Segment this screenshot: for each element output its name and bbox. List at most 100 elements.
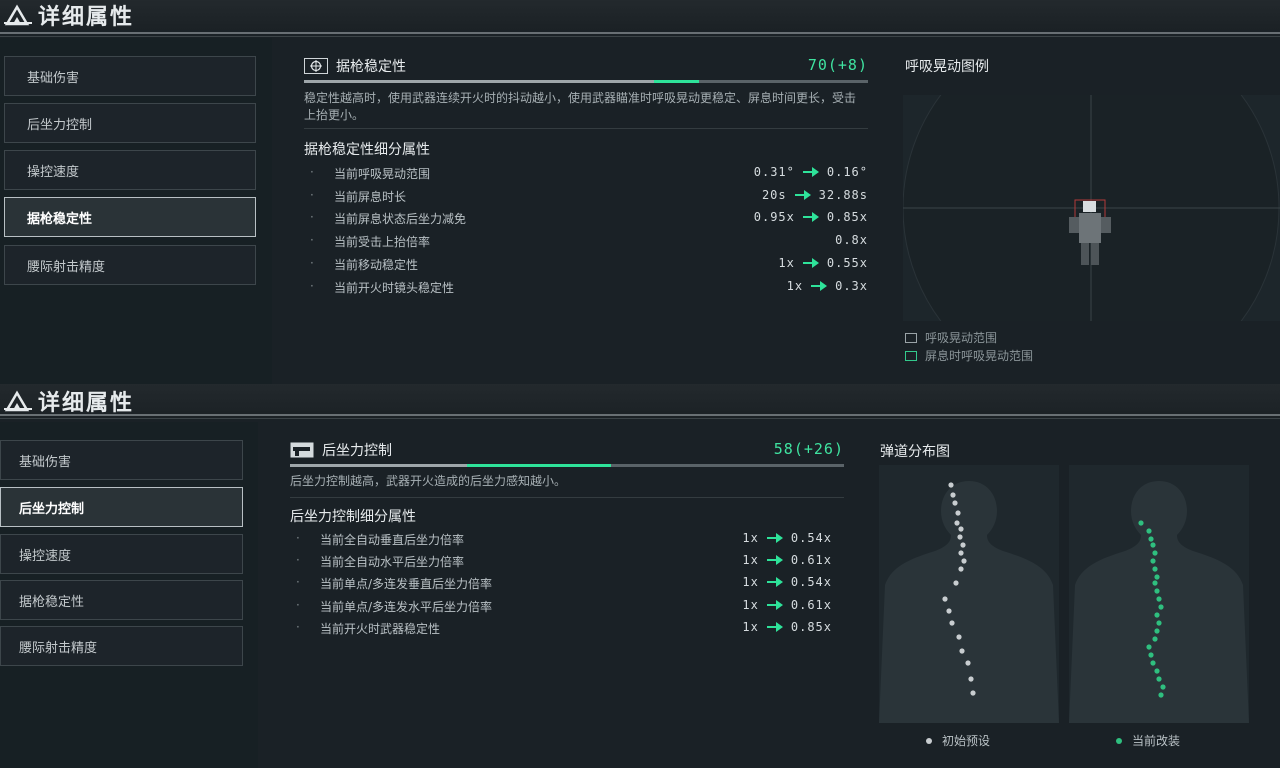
stat-progress-bar (304, 80, 868, 83)
spray-dot (961, 558, 967, 564)
value-change: 1x 0.55x (778, 256, 868, 270)
panel-header: 详细属性 (0, 384, 1280, 418)
spray-dot (1146, 644, 1152, 650)
header-divider (0, 32, 1280, 34)
arrow-right-icon (766, 577, 783, 588)
arrow-right-icon (802, 212, 819, 223)
spray-dot (1154, 588, 1160, 594)
nav-item-recoil-control[interactable]: 后坐力控制 (0, 487, 243, 527)
nav-item-label: 操控速度 (27, 164, 80, 180)
nav-item-label: 操控速度 (19, 548, 72, 564)
arrow-right-icon (802, 167, 819, 177)
sub-attribute-label: 当前全自动垂直后坐力倍率 (320, 533, 465, 547)
nav-item-handling-speed[interactable]: 操控速度 (0, 534, 243, 574)
sub-attribute-label: 当前受击上抬倍率 (334, 235, 431, 250)
nav-item-label: 腰际射击精度 (19, 640, 98, 656)
sub-attribute-row: · 当前全自动水平后坐力倍率 1x 0.61x (296, 553, 832, 571)
sub-attribute-label: 当前开火时镜头稳定性 (334, 280, 455, 295)
spray-dot (955, 510, 961, 516)
spray-dot (1146, 528, 1152, 534)
sub-attribute-row: · 当前全自动垂直后坐力倍率 1x 0.54x (296, 531, 832, 549)
value-before: 1x (742, 531, 759, 545)
value-before: 1x (742, 575, 759, 590)
bullet: · (310, 210, 314, 225)
value-change: 20s 32.88s (762, 188, 868, 202)
spray-dot (1150, 660, 1156, 666)
nav-item-base-damage[interactable]: 基础伤害 (0, 440, 243, 480)
nav-item-label: 据枪稳定性 (27, 211, 93, 227)
breath-sway-diagram (903, 95, 1280, 321)
sub-attribute-label: 当前屏息状态后坐力减免 (334, 212, 467, 227)
value-before: 1x (742, 619, 759, 634)
nav-item-base-damage[interactable]: 基础伤害 (4, 56, 256, 96)
triangle-logo-icon (4, 4, 32, 26)
stat-value: 58(+26) (773, 440, 844, 458)
legend-dot-green (1116, 737, 1122, 744)
arrow-right-icon (766, 555, 783, 566)
spray-dot (1158, 604, 1164, 610)
spray-dot (960, 542, 966, 548)
spray-dot (1156, 596, 1162, 602)
value-after: 32.88s (818, 187, 868, 202)
bullet: · (296, 553, 300, 568)
spray-dot (1152, 636, 1158, 642)
nav-item-aim-stability[interactable]: 据枪稳定性 (4, 197, 256, 237)
spray-dot (942, 596, 948, 602)
sub-attribute-title: 据枪稳定性细分属性 (304, 142, 430, 158)
value-after: 0.85x (790, 619, 832, 634)
arrow-right-icon (811, 280, 828, 291)
legend-current-mod: 当前改装 (1116, 732, 1180, 749)
nav-item-handling-speed[interactable]: 操控速度 (4, 150, 256, 190)
value-change: 0.8x (835, 233, 868, 247)
bullet: · (310, 233, 314, 248)
spray-dot (948, 482, 954, 488)
value-after: 0.8x (835, 233, 868, 248)
nav-item-label: 后坐力控制 (19, 501, 85, 517)
stat-header: 后坐力控制 (290, 440, 392, 460)
sub-attribute-label: 当前移动稳定性 (334, 257, 419, 272)
legend-hold-breath-range: 屏息时呼吸晃动范围 (905, 347, 1033, 364)
bullet: · (310, 187, 314, 202)
legend-dot-grey (926, 737, 932, 744)
spray-dot (949, 620, 955, 626)
stat-progress-bonus (467, 464, 612, 467)
sub-attribute-label: 当前呼吸晃动范围 (334, 167, 431, 181)
stat-progress-base (290, 464, 468, 467)
value-change: 1x 0.3x (787, 279, 868, 293)
value-change: 0.31° 0.16° (754, 165, 868, 179)
page-title: 详细属性 (0, 384, 134, 418)
sub-attribute-label: 当前开火时武器稳定性 (320, 621, 441, 636)
value-after: 0.54x (790, 531, 832, 545)
spray-dot (1152, 566, 1158, 572)
spray-dot (1152, 580, 1158, 586)
sub-attribute-row: · 当前屏息时长 20s 32.88s (310, 188, 868, 206)
nav-item-aim-stability[interactable]: 据枪稳定性 (0, 580, 243, 620)
nav-item-recoil-control[interactable]: 后坐力控制 (4, 103, 256, 143)
silhouette-icon (1069, 481, 1249, 723)
legend-swatch (905, 350, 917, 361)
value-change: 1x 0.85x (742, 620, 832, 634)
sub-attribute-row: · 当前移动稳定性 1x 0.55x (310, 256, 868, 274)
divider (304, 128, 868, 129)
value-before: 1x (742, 597, 759, 612)
value-before: 1x (786, 278, 804, 293)
value-change: 0.95x 0.85x (754, 210, 868, 224)
sub-attribute-label: 当前单点/多连发水平后坐力倍率 (320, 599, 493, 614)
value-after: 0.85x (826, 210, 868, 225)
page-title: 详细属性 (0, 0, 134, 30)
arrow-right-icon (766, 599, 783, 610)
nav-item-hipfire-accuracy[interactable]: 腰际射击精度 (0, 626, 243, 666)
nav-item-label: 基础伤害 (27, 70, 80, 86)
value-after: 0.61x (790, 553, 832, 568)
spray-dot (1148, 652, 1154, 658)
legend-label: 呼吸晃动范围 (925, 331, 998, 345)
spray-pattern-current (1069, 465, 1249, 723)
sub-attribute-row: · 当前开火时武器稳定性 1x 0.85x (296, 620, 832, 638)
nav-item-hipfire-accuracy[interactable]: 腰际射击精度 (4, 245, 256, 285)
stat-description: 后坐力控制越高，武器开火造成的后坐力感知越小。 (290, 474, 567, 488)
spray-dot (968, 676, 974, 682)
stat-description: 稳定性越高时，使用武器连续开火时的抖动越小，使用武器瞄准时呼吸晃动更稳定、屏息时… (304, 91, 857, 122)
spray-pattern-default (879, 465, 1059, 723)
stat-name: 据枪稳定性 (336, 59, 406, 75)
stat-value: 70(+8) (807, 56, 868, 74)
